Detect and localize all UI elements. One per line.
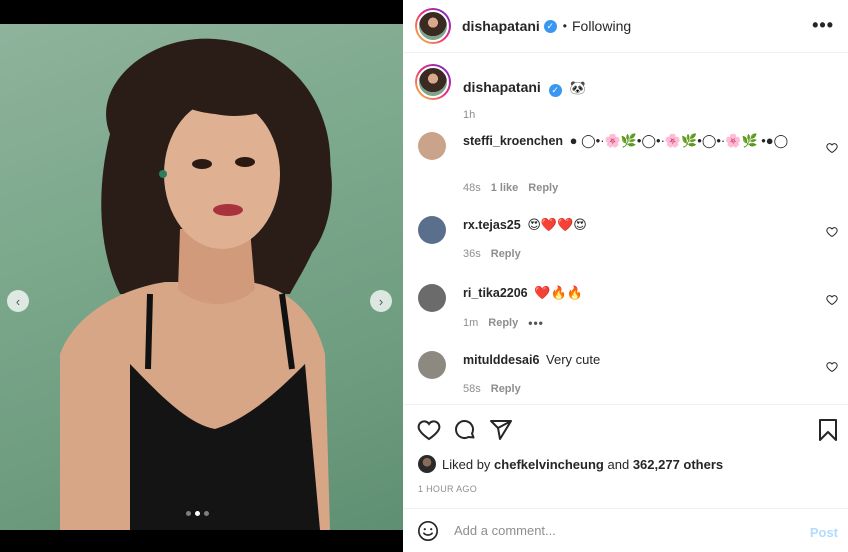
like-heart-icon[interactable] xyxy=(417,418,441,442)
post-header: dishapatani ✓ • Following ••• xyxy=(403,0,848,53)
verified-icon: ✓ xyxy=(543,19,557,33)
likes-count[interactable]: 362,277 others xyxy=(633,457,723,472)
commenter-username[interactable]: ri_tika2206 xyxy=(463,286,528,300)
caption-avatar[interactable] xyxy=(415,64,451,100)
likes-middle: and xyxy=(607,456,630,472)
smile-icon[interactable] xyxy=(417,520,439,542)
bookmark-icon[interactable] xyxy=(817,418,839,442)
liker-username[interactable]: chefkelvincheung xyxy=(494,457,604,472)
like-comment-heart-icon[interactable] xyxy=(826,294,838,306)
author-avatar[interactable] xyxy=(415,8,451,44)
comment-input[interactable] xyxy=(454,523,784,538)
reply-button[interactable]: Reply xyxy=(491,383,521,395)
like-comment-heart-icon[interactable] xyxy=(826,142,838,154)
chevron-left-icon: ‹ xyxy=(15,293,21,309)
like-comment-heart-icon[interactable] xyxy=(826,226,838,238)
comment-time: 58s xyxy=(463,383,481,395)
post-actions xyxy=(403,404,848,452)
comment-options-icon[interactable]: ••• xyxy=(528,316,544,330)
caption-text: 🐼 xyxy=(569,80,586,95)
likes-prefix: Liked by xyxy=(442,456,491,472)
commenter-avatar[interactable] xyxy=(418,351,446,379)
add-comment-bar: Post xyxy=(403,508,848,552)
comments-list[interactable]: dishapatani ✓ 🐼 1h steffi_kroenchen ● ◯•… xyxy=(403,54,848,404)
commenter-username[interactable]: rx.tejas25 xyxy=(463,218,521,232)
comment-text: Very cute xyxy=(546,352,601,367)
commenter-avatar[interactable] xyxy=(418,284,446,312)
reply-button[interactable]: Reply xyxy=(528,182,558,194)
caption-time: 1h xyxy=(463,109,476,121)
share-icon[interactable] xyxy=(489,418,513,442)
commenter-username[interactable]: mitulddesai6 xyxy=(463,353,539,367)
carousel-indicator xyxy=(186,511,209,516)
reply-button[interactable]: Reply xyxy=(491,248,521,260)
post-timestamp[interactable]: 1 HOUR AGO xyxy=(418,484,477,494)
chevron-right-icon: › xyxy=(378,293,384,309)
comment-likes[interactable]: 1 like xyxy=(491,182,519,194)
verified-icon: ✓ xyxy=(548,84,562,97)
post-media: ‹ › xyxy=(0,0,403,552)
comment-time: 1m xyxy=(463,317,479,329)
liker-avatar[interactable] xyxy=(418,455,436,473)
reply-button[interactable]: Reply xyxy=(488,317,518,329)
carousel-dot-active xyxy=(195,511,200,516)
header-separator: • xyxy=(562,19,567,33)
comment-time: 36s xyxy=(463,248,481,260)
commenter-avatar[interactable] xyxy=(418,216,446,244)
commenter-username[interactable]: steffi_kroenchen xyxy=(463,134,563,148)
post-comment-button[interactable]: Post xyxy=(810,525,838,540)
more-options-icon[interactable]: ••• xyxy=(812,15,834,36)
comment-time: 48s xyxy=(463,182,481,194)
comment-text: ❤️🔥🔥 xyxy=(534,285,583,300)
carousel-prev-button[interactable]: ‹ xyxy=(7,290,29,312)
portrait-image xyxy=(60,38,332,530)
carousel-dot xyxy=(186,511,191,516)
following-button[interactable]: Following xyxy=(572,18,631,34)
comment-text: ● ◯•·🌸🌿•◯•·🌸🌿•◯•·🌸🌿 •●◯ xyxy=(569,133,789,148)
carousel-next-button[interactable]: › xyxy=(370,290,392,312)
author-username[interactable]: dishapatani xyxy=(462,18,540,34)
post-panel: dishapatani ✓ • Following ••• dishapatan… xyxy=(403,0,848,552)
commenter-avatar[interactable] xyxy=(418,132,446,160)
comment-text: 😍❤️❤️😍 xyxy=(527,217,587,232)
likes-summary: Liked by chefkelvincheung and 362,277 ot… xyxy=(418,455,723,473)
carousel-dot xyxy=(204,511,209,516)
caption-username[interactable]: dishapatani xyxy=(463,79,541,95)
like-comment-heart-icon[interactable] xyxy=(826,361,838,373)
comment-icon[interactable] xyxy=(453,418,477,442)
post-photo[interactable]: ‹ › xyxy=(0,24,403,530)
